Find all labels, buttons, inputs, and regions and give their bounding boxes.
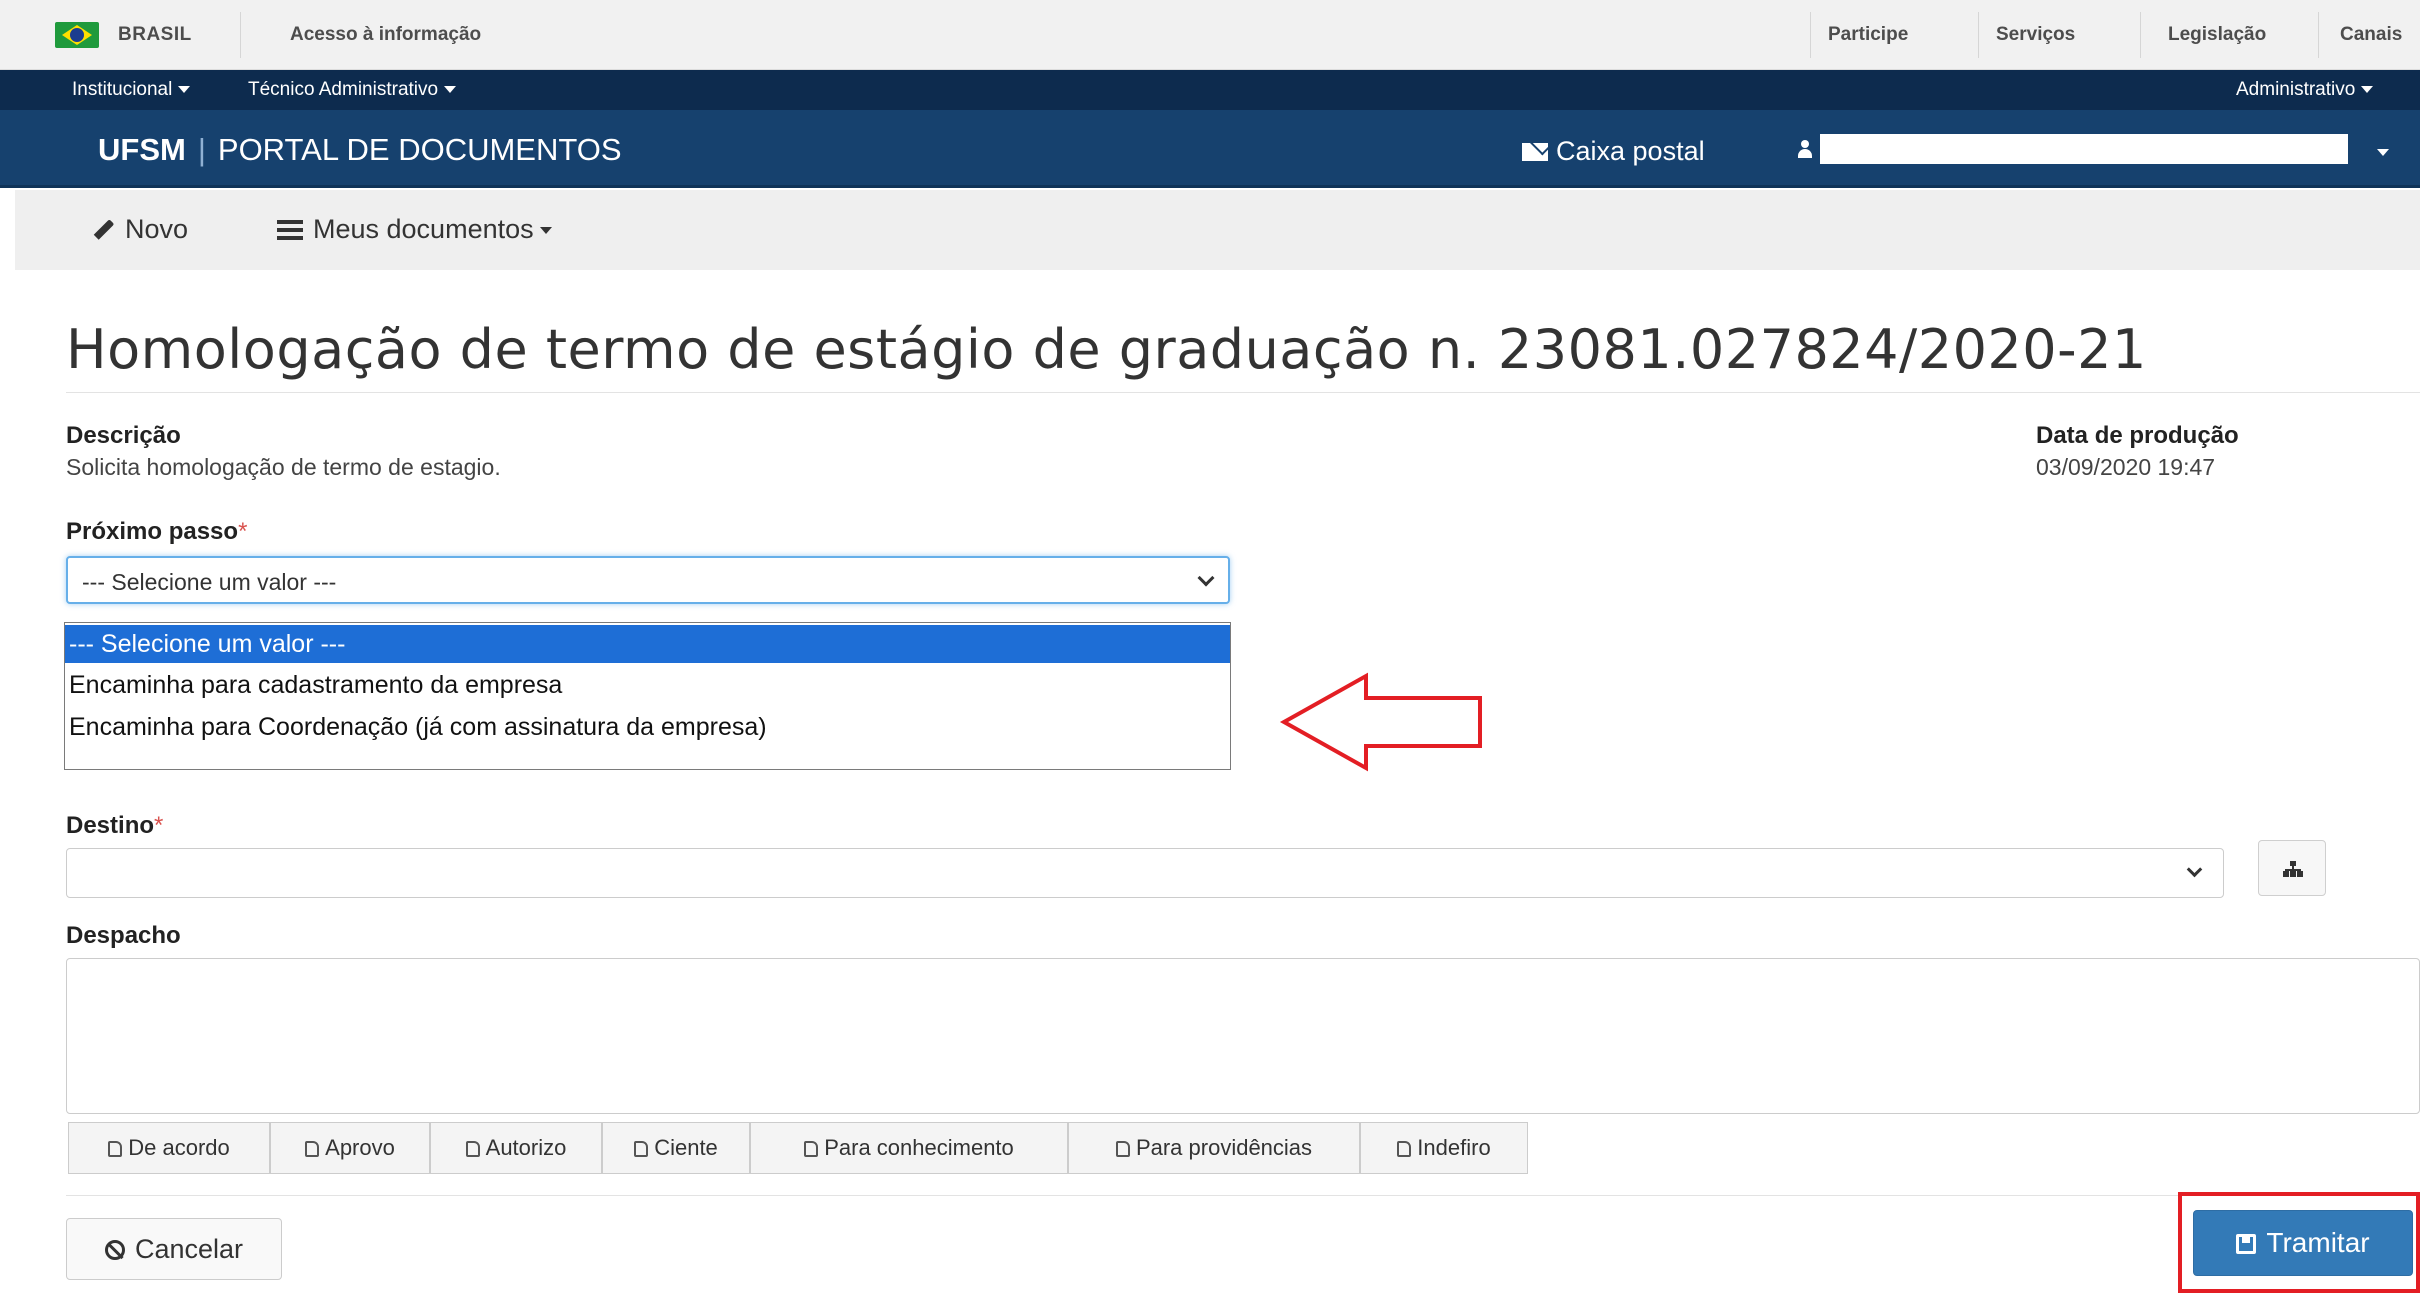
user-icon — [1798, 140, 1812, 158]
participe-link[interactable]: Participe — [1828, 24, 1908, 46]
gov-bar: BRASIL Acesso à informação Participe Ser… — [0, 0, 2420, 70]
proximo-passo-label: Próximo passo* — [66, 518, 247, 546]
destino-label: Destino* — [66, 812, 163, 840]
menu-administrativo-label: Administrativo — [2236, 79, 2356, 100]
sitemap-icon — [2283, 861, 2303, 877]
thumbs-up-icon — [634, 1141, 649, 1157]
aprovo-label: Aprovo — [325, 1135, 395, 1160]
red-arrow-annotation-icon — [1279, 672, 1482, 772]
indefiro-label: Indefiro — [1417, 1135, 1491, 1160]
novo-button[interactable]: Novo — [93, 214, 188, 245]
acesso-informacao-link[interactable]: Acesso à informação — [290, 24, 481, 46]
user-caret-down-icon[interactable] — [2371, 144, 2389, 162]
chevron-down-icon — [2186, 861, 2203, 878]
thumbs-up-icon — [305, 1141, 320, 1157]
divider — [1978, 12, 1979, 58]
brand-portal-name: PORTAL DE DOCUMENTOS — [217, 132, 622, 167]
cancelar-button[interactable]: Cancelar — [66, 1218, 282, 1280]
autorizo-button[interactable]: Autorizo — [430, 1122, 602, 1174]
caret-down-icon — [178, 86, 191, 94]
proximo-passo-dropdown-list: --- Selecione um valor --- Encaminha par… — [64, 622, 1231, 770]
menu-institucional-label: Institucional — [72, 79, 173, 100]
brand-ufsm: UFSM — [98, 132, 186, 167]
divider — [1810, 12, 1811, 58]
option-cadastramento-empresa[interactable]: Encaminha para cadastramento da empresa — [65, 666, 1230, 704]
caixa-postal-label: Caixa postal — [1556, 136, 1705, 166]
meus-documentos-menu[interactable]: Meus documentos — [277, 214, 552, 245]
caret-down-icon — [539, 227, 552, 235]
destino-select[interactable] — [66, 848, 2224, 898]
portal-header: UFSM | PORTAL DE DOCUMENTOS Caixa postal — [0, 110, 2420, 188]
brazil-flag-icon — [55, 22, 99, 48]
envelope-icon — [1522, 143, 1548, 161]
required-mark: * — [238, 518, 248, 545]
option-coordenacao[interactable]: Encaminha para Coordenação (já com assin… — [65, 708, 1230, 746]
menu-institucional[interactable]: Institucional — [72, 79, 191, 101]
despacho-label: Despacho — [66, 922, 181, 949]
option-selecione[interactable]: --- Selecione um valor --- — [65, 625, 1230, 663]
cancelar-label: Cancelar — [134, 1234, 244, 1264]
caret-down-icon — [2361, 86, 2374, 94]
menu-tecnico-label: Técnico Administrativo — [248, 79, 439, 100]
tramitar-button[interactable]: Tramitar — [2193, 1210, 2413, 1276]
top-menu-bar: Institucional Técnico Administrativo Adm… — [0, 70, 2420, 110]
despacho-textarea[interactable] — [66, 958, 2420, 1114]
autorizo-label: Autorizo — [485, 1135, 567, 1160]
proximo-passo-select[interactable]: --- Selecione um valor --- — [66, 556, 1230, 604]
ban-icon — [104, 1240, 125, 1260]
menu-administrativo[interactable]: Administrativo — [2236, 79, 2374, 101]
para-providencias-label: Para providências — [1135, 1135, 1313, 1160]
descricao-value: Solicita homologação de termo de estagio… — [66, 454, 501, 480]
ciente-button[interactable]: Ciente — [602, 1122, 750, 1174]
de-acordo-label: De acordo — [128, 1135, 230, 1160]
list-icon — [277, 220, 303, 240]
servicos-link[interactable]: Serviços — [1996, 24, 2075, 46]
tramitar-label: Tramitar — [2266, 1227, 2370, 1258]
proximo-passo-selected-value: --- Selecione um valor --- — [82, 569, 337, 595]
user-menu-redacted[interactable] — [1820, 134, 2348, 164]
action-toolbar: Novo Meus documentos — [15, 190, 2420, 270]
para-providencias-button[interactable]: Para providências — [1068, 1122, 1360, 1174]
title-divider — [66, 392, 2420, 393]
caixa-postal-link[interactable]: Caixa postal — [1522, 136, 1705, 167]
chevron-down-icon — [1197, 569, 1215, 587]
thumbs-up-icon — [465, 1141, 480, 1157]
ciente-label: Ciente — [654, 1135, 718, 1160]
org-tree-button[interactable] — [2258, 840, 2326, 896]
meus-documentos-label: Meus documentos — [313, 214, 534, 244]
pencil-icon — [93, 219, 115, 240]
divider — [2318, 12, 2319, 58]
hand-point-right-icon — [1115, 1141, 1130, 1157]
de-acordo-button[interactable]: De acordo — [68, 1122, 270, 1174]
page-title: Homologação de termo de estágio de gradu… — [66, 318, 2147, 381]
data-producao-label: Data de produção — [2036, 422, 2239, 449]
data-producao-value: 03/09/2020 19:47 — [2036, 454, 2216, 480]
indefiro-button[interactable]: Indefiro — [1360, 1122, 1528, 1174]
destino-text: Destino — [66, 812, 155, 839]
proximo-passo-text: Próximo passo — [66, 518, 239, 545]
floppy-disk-icon — [2236, 1234, 2257, 1254]
menu-tecnico-administrativo[interactable]: Técnico Administrativo — [248, 79, 457, 101]
caret-down-icon — [444, 86, 457, 94]
novo-label: Novo — [125, 214, 189, 244]
aprovo-button[interactable]: Aprovo — [270, 1122, 430, 1174]
para-conhecimento-button[interactable]: Para conhecimento — [750, 1122, 1068, 1174]
canais-link[interactable]: Canais — [2340, 24, 2402, 46]
descricao-label: Descrição — [66, 422, 181, 449]
form-divider — [66, 1195, 2420, 1196]
thumbs-up-icon — [108, 1141, 123, 1157]
divider — [2140, 12, 2141, 58]
portal-brand[interactable]: UFSM | PORTAL DE DOCUMENTOS — [98, 132, 622, 168]
required-mark: * — [154, 812, 164, 839]
para-conhecimento-label: Para conhecimento — [824, 1135, 1014, 1160]
thumbs-down-icon — [1397, 1141, 1412, 1157]
legislacao-link[interactable]: Legislação — [2168, 24, 2266, 46]
divider — [240, 12, 241, 58]
hand-point-right-icon — [804, 1141, 819, 1157]
gov-brasil-link[interactable]: BRASIL — [118, 24, 192, 46]
